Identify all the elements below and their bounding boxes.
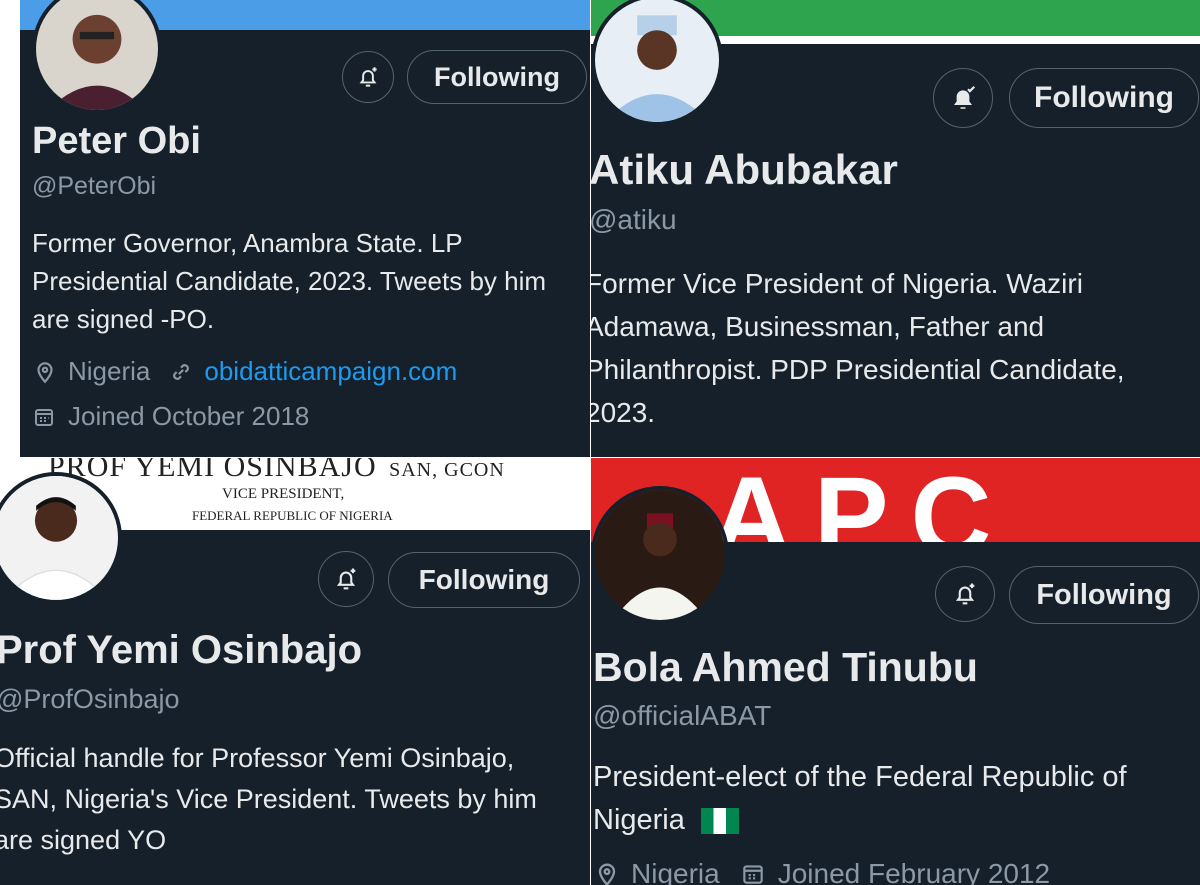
profile-bio: Official handle for Professor Yemi Osinb… xyxy=(0,743,537,855)
avatar[interactable] xyxy=(32,0,162,114)
profile-card-peter-obi: Following Peter Obi @PeterObi Former Gov… xyxy=(20,0,590,457)
bell-check-icon xyxy=(954,85,976,109)
avatar[interactable] xyxy=(0,472,122,604)
following-button[interactable]: Following xyxy=(1009,68,1199,128)
link-icon xyxy=(173,363,190,380)
joined-text: Joined October 2018 xyxy=(68,401,310,431)
profile-bio: Former Governor, Anambra State. LP Presi… xyxy=(32,228,547,334)
bell-plus-icon xyxy=(336,568,356,590)
profile-handle: @PeterObi xyxy=(32,172,157,200)
website-link[interactable]: obidatticampaign.com xyxy=(204,356,457,387)
profile-name: Peter Obi xyxy=(32,120,201,162)
banner-subtitle-2: FEDERAL REPUBLIC OF NIGERIA xyxy=(192,508,393,523)
following-button[interactable]: Following xyxy=(388,552,580,608)
location-text: Nigeria xyxy=(631,858,720,885)
following-button[interactable]: Following xyxy=(407,50,587,104)
notification-bell-button[interactable] xyxy=(342,51,394,103)
profile-bio: Former Vice President of Nigeria. Waziri… xyxy=(591,268,1125,428)
location-pin-icon xyxy=(37,361,53,383)
profile-name: Prof Yemi Osinbajo xyxy=(0,628,363,672)
following-button[interactable]: Following xyxy=(1009,566,1199,624)
joined-text: Joined February 2012 xyxy=(777,858,1051,885)
notification-bell-button[interactable] xyxy=(318,551,374,607)
profile-name: Atiku Abubakar xyxy=(591,146,898,193)
bell-plus-icon xyxy=(359,67,377,87)
profile-card-atiku-abubakar: Following Atiku Abubakar @atiku Former V… xyxy=(591,0,1200,457)
bell-plus-icon xyxy=(955,583,975,605)
notification-bell-button[interactable] xyxy=(933,68,993,128)
profile-card-bola-tinubu: APC Following Bola Ahmed Tinubu @officia… xyxy=(591,458,1200,885)
profile-handle: @officialABAT xyxy=(593,700,772,731)
profile-location: Nigeria obidatticampaign.com xyxy=(32,356,457,387)
banner-subtitle: VICE PRESIDENT, xyxy=(222,486,345,502)
nigeria-flag-icon xyxy=(700,808,739,835)
profile-name: Bola Ahmed Tinubu xyxy=(593,644,978,690)
profile-meta: Nigeria Joined February 2012 xyxy=(593,858,1050,885)
profile-bio: President-elect of the Federal Republic … xyxy=(593,756,1193,842)
avatar[interactable] xyxy=(591,486,729,624)
bio-text: President-elect of the Federal Republic … xyxy=(593,761,1127,836)
profile-handle: @ProfOsinbajo xyxy=(0,684,180,714)
location-pin-icon xyxy=(598,863,616,885)
avatar[interactable] xyxy=(591,0,723,126)
profile-card-yemi-osinbajo: PROF YEMI OSINBAJO SAN, GCON VICE PRESID… xyxy=(0,458,590,885)
location-text: Nigeria xyxy=(68,356,151,386)
notification-bell-button[interactable] xyxy=(935,566,995,622)
calendar-icon xyxy=(35,408,53,426)
banner-title: PROF YEMI OSINBAJO SAN, GCON xyxy=(48,458,505,483)
banner-logo-text: APC xyxy=(711,458,1014,542)
profile-handle: @atiku xyxy=(591,204,677,235)
calendar-icon xyxy=(742,865,763,884)
profile-joined: Joined October 2018 xyxy=(32,401,309,432)
